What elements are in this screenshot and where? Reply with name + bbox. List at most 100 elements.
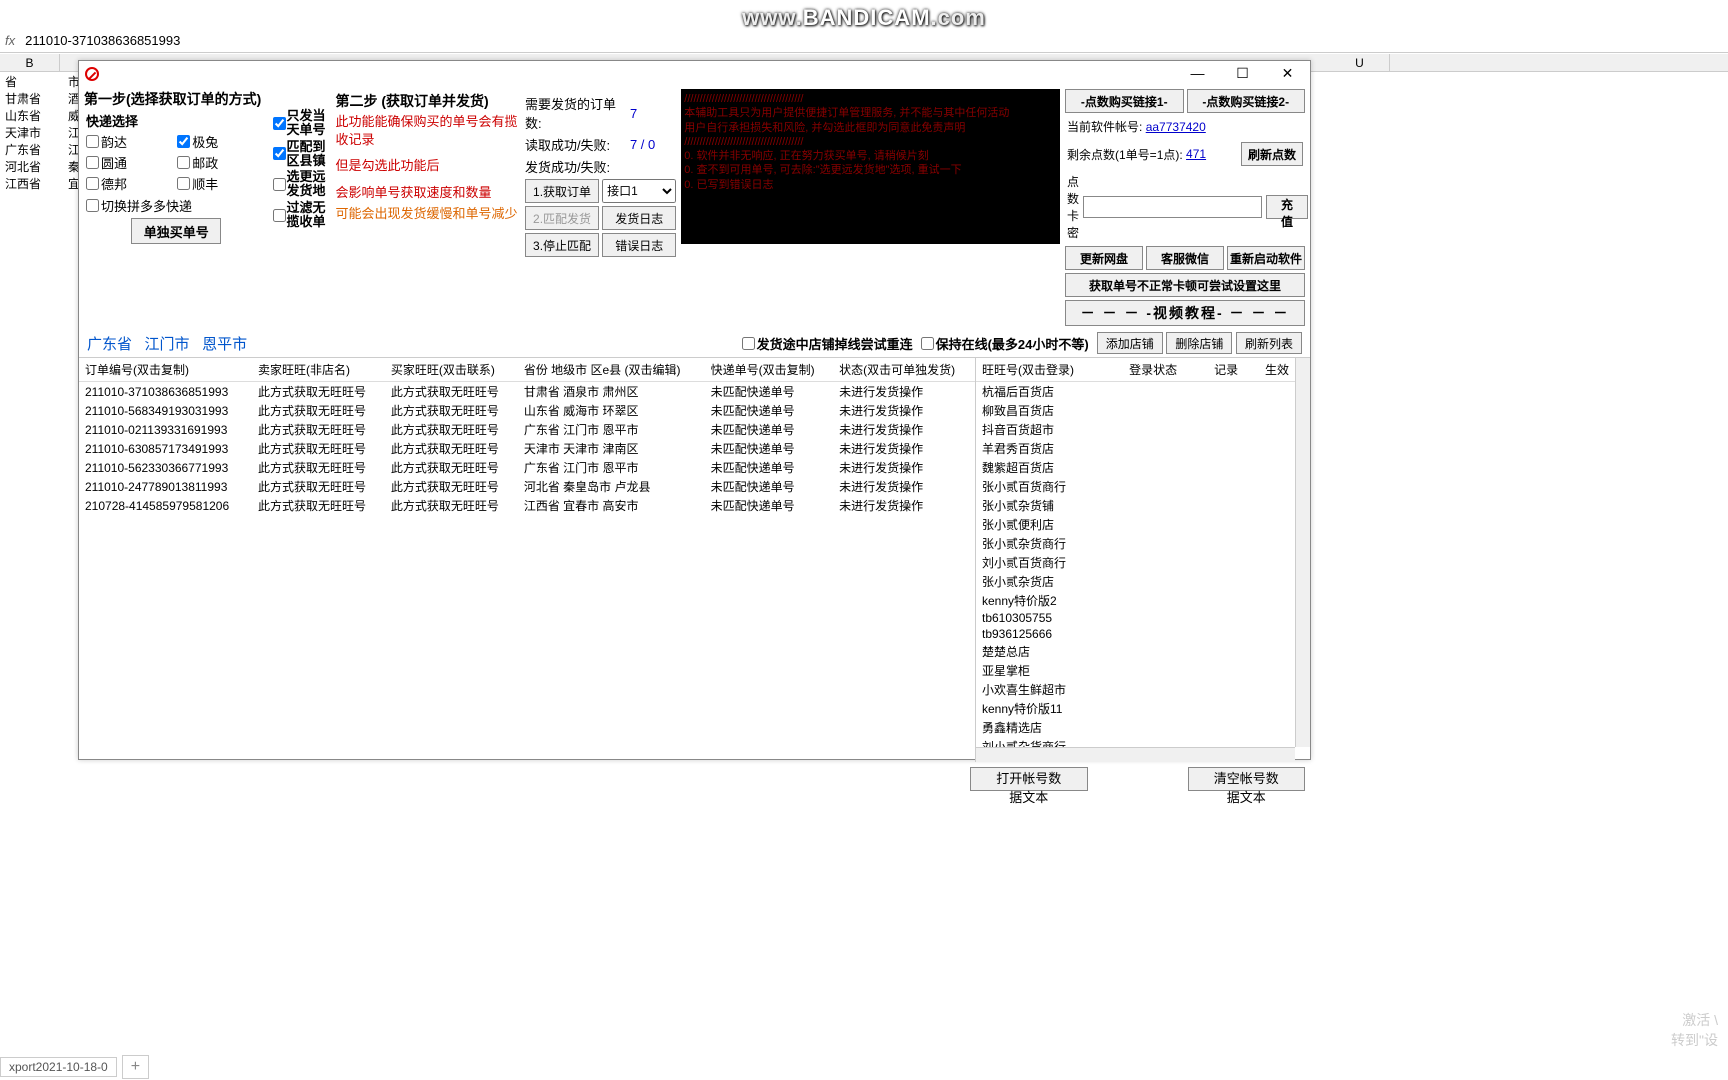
sheet-tabs: xport2021-10-18-0 + xyxy=(0,1056,149,1078)
minimize-button[interactable]: — xyxy=(1175,61,1220,86)
table-row[interactable]: 张小贰杂货铺 xyxy=(976,496,1310,515)
bottom-buttons: 打开帐号数据文本 清空帐号数据文本 xyxy=(79,762,1310,796)
table-row[interactable]: 刘小贰百货商行 xyxy=(976,553,1310,572)
courier-shunfeng[interactable]: 顺丰 xyxy=(177,174,266,193)
stat-need-ship: 需要发货的订单数: 7 xyxy=(525,94,676,132)
recharge-button[interactable]: 充值 xyxy=(1266,195,1308,219)
table-row[interactable]: 211010-371038636851993此方式获取无旺旺号此方式获取无旺旺号… xyxy=(79,382,975,402)
table-row[interactable]: 柳致昌百货店 xyxy=(976,401,1310,420)
chk-keep-online[interactable]: 保持在线(最多24小时不等) xyxy=(921,332,1089,354)
add-shop-button[interactable]: 添加店铺 xyxy=(1097,332,1163,354)
table-row[interactable]: 张小贰百货商行 xyxy=(976,477,1310,496)
error-log-button[interactable]: 错误日志 xyxy=(602,233,676,257)
shops-header[interactable]: 记录 xyxy=(1208,358,1259,382)
address-bar: 广东省 江门市 恩平市 发货途中店铺掉线尝试重连 保持在线(最多24小时不等) … xyxy=(79,329,1310,357)
add-sheet-icon[interactable]: + xyxy=(122,1055,149,1079)
table-row[interactable]: tb610305755 xyxy=(976,610,1310,626)
action-column: 需要发货的订单数: 7 读取成功/失败: 7 / 0 发货成功/失败: 1.获取… xyxy=(525,89,676,326)
stop-match-button[interactable]: 3.停止匹配 xyxy=(525,233,599,257)
window-controls: — ☐ ✕ xyxy=(1175,61,1310,86)
shops-header[interactable]: 登录状态 xyxy=(1123,358,1208,382)
stuck-help-button[interactable]: 获取单号不正常卡顿可尝试设置这里 xyxy=(1065,273,1305,297)
courier-debang[interactable]: 德邦 xyxy=(86,174,175,193)
table-row[interactable]: kenny特价版2 xyxy=(976,591,1310,610)
refresh-list-button[interactable]: 刷新列表 xyxy=(1236,332,1302,354)
delete-shop-button[interactable]: 删除店铺 xyxy=(1166,332,1232,354)
chk-retry-dropped[interactable]: 发货途中店铺掉线尝试重连 xyxy=(742,332,913,354)
fx-label: fx xyxy=(5,33,15,48)
formula-bar: fx 211010-371038636851993 xyxy=(0,28,1728,53)
col-header-b[interactable]: B xyxy=(0,54,60,71)
table-row[interactable]: 小欢喜生鲜超市 xyxy=(976,680,1310,699)
points-status: 剩余点数(1单号=1点): 471 刷新点数 xyxy=(1065,140,1305,168)
courier-yunda[interactable]: 韵达 xyxy=(86,132,175,151)
close-button[interactable]: ✕ xyxy=(1265,61,1310,86)
video-tutorial-button[interactable]: － － － -视频教程- － － － xyxy=(1065,300,1305,326)
courier-jitu[interactable]: 极兔 xyxy=(177,132,266,151)
table-row[interactable]: 杭福后百货店 xyxy=(976,382,1310,402)
table-row[interactable]: 211010-021139331691993此方式获取无旺旺号此方式获取无旺旺号… xyxy=(79,420,975,439)
sheet-tab-active[interactable]: xport2021-10-18-0 xyxy=(0,1057,117,1077)
orders-header[interactable]: 卖家旺旺(非店名) xyxy=(252,358,385,382)
shops-header[interactable]: 旺旺号(双击登录) xyxy=(976,358,1123,382)
shops-scroll-h[interactable] xyxy=(976,747,1295,762)
refresh-points-button[interactable]: 刷新点数 xyxy=(1241,142,1303,166)
maximize-button[interactable]: ☐ xyxy=(1220,61,1265,86)
top-section: 第一步(选择获取订单的方式) 快递选择 韵达 极兔 圆通 邮政 德邦 顺丰 切换… xyxy=(79,86,1310,329)
orders-header[interactable]: 省份 地级市 区e县 (双击编辑) xyxy=(518,358,705,382)
table-row[interactable]: 张小贰便利店 xyxy=(976,515,1310,534)
step1-title: 第一步(选择获取订单的方式) xyxy=(84,89,268,109)
open-account-file-button[interactable]: 打开帐号数据文本 xyxy=(970,767,1088,791)
table-row[interactable]: 勇鑫精选店 xyxy=(976,718,1310,737)
restart-button[interactable]: 重新启动软件 xyxy=(1227,246,1305,270)
buy-alone-button[interactable]: 单独买单号 xyxy=(131,218,221,244)
table-row[interactable]: kenny特价版11 xyxy=(976,699,1310,718)
opt-today-only[interactable]: 只发当天单号 xyxy=(273,109,330,138)
table-row[interactable]: 211010-630857173491993此方式获取无旺旺号此方式获取无旺旺号… xyxy=(79,439,975,458)
table-row[interactable]: 张小贰杂货商行 xyxy=(976,534,1310,553)
excel-cells-col1: 省 甘肃省 山东省 天津市 广东省 河北省 江西省 xyxy=(2,73,41,192)
table-row[interactable]: 羊君秀百货店 xyxy=(976,439,1310,458)
opt-filter-no-pickup[interactable]: 过滤无揽收单 xyxy=(273,201,330,230)
orders-table[interactable]: 订单编号(双击复制)卖家旺旺(非店名)买家旺旺(双击联系)省份 地级市 区e县 … xyxy=(79,358,975,762)
shops-scroll-v[interactable] xyxy=(1295,358,1310,747)
table-row[interactable]: 楚楚总店 xyxy=(976,642,1310,661)
orders-header[interactable]: 状态(双击可单独发货) xyxy=(833,358,975,382)
courier-youzheng[interactable]: 邮政 xyxy=(177,153,266,172)
service-button[interactable]: 客服微信 xyxy=(1146,246,1224,270)
ship-log-button[interactable]: 发货日志 xyxy=(602,206,676,230)
opt-match-district[interactable]: 匹配到区县镇 xyxy=(273,140,330,169)
table-row[interactable]: 张小贰杂货店 xyxy=(976,572,1310,591)
table-row[interactable]: 211010-568349193031993此方式获取无旺旺号此方式获取无旺旺号… xyxy=(79,401,975,420)
switch-pdd-courier[interactable]: 切换拼多多快递 xyxy=(86,196,266,215)
shops-table[interactable]: 旺旺号(双击登录)登录状态记录生效杭福后百货店柳致昌百货店抖音百货超市羊君秀百货… xyxy=(975,358,1310,762)
orders-header[interactable]: 买家旺旺(双击联系) xyxy=(385,358,518,382)
step1-options: 只发当天单号 匹配到区县镇 选更远发货地 过滤无揽收单 xyxy=(273,89,330,326)
card-input[interactable] xyxy=(1083,196,1262,218)
orders-header[interactable]: 快递单号(双击复制) xyxy=(705,358,833,382)
table-row[interactable]: 亚星掌柜 xyxy=(976,661,1310,680)
interface-select[interactable]: 接口1 xyxy=(602,179,676,203)
orders-header[interactable]: 订单编号(双击复制) xyxy=(79,358,252,382)
table-row[interactable]: 抖音百货超市 xyxy=(976,420,1310,439)
clear-account-file-button[interactable]: 清空帐号数据文本 xyxy=(1188,767,1306,791)
update-button[interactable]: 更新网盘 xyxy=(1065,246,1143,270)
courier-yuantong[interactable]: 圆通 xyxy=(86,153,175,172)
table-row[interactable]: 魏紫超百货店 xyxy=(976,458,1310,477)
opt-farther-origin[interactable]: 选更远发货地 xyxy=(273,170,330,199)
titlebar[interactable]: — ☐ ✕ xyxy=(79,61,1310,86)
step2-title: 第二步 (获取订单并发货) xyxy=(335,91,519,111)
app-window: — ☐ ✕ 第一步(选择获取订单的方式) 快递选择 韵达 极兔 圆通 邮政 德邦… xyxy=(78,60,1311,760)
buy-link-1[interactable]: -点数购买链接1- xyxy=(1065,89,1184,113)
col-header-u[interactable]: U xyxy=(1330,54,1390,72)
get-orders-button[interactable]: 1.获取订单 xyxy=(525,179,599,203)
table-row[interactable]: 211010-247789013811993此方式获取无旺旺号此方式获取无旺旺号… xyxy=(79,477,975,496)
match-ship-button[interactable]: 2.匹配发货 xyxy=(525,206,599,230)
buy-link-2[interactable]: -点数购买链接2- xyxy=(1187,89,1306,113)
table-row[interactable]: 210728-414585979581206此方式获取无旺旺号此方式获取无旺旺号… xyxy=(79,496,975,515)
table-row[interactable]: 211010-562330366771993此方式获取无旺旺号此方式获取无旺旺号… xyxy=(79,458,975,477)
right-panel: -点数购买链接1- -点数购买链接2- 当前软件帐号: aa7737420 剩余… xyxy=(1065,89,1305,326)
table-row[interactable]: tb936125666 xyxy=(976,626,1310,642)
bandicam-watermark: www.BANDICAM.com xyxy=(742,5,986,31)
step2-panel: 第二步 (获取订单并发货) 此功能能确保购买的单号会有揽收记录 但是勾选此功能后… xyxy=(335,89,519,326)
